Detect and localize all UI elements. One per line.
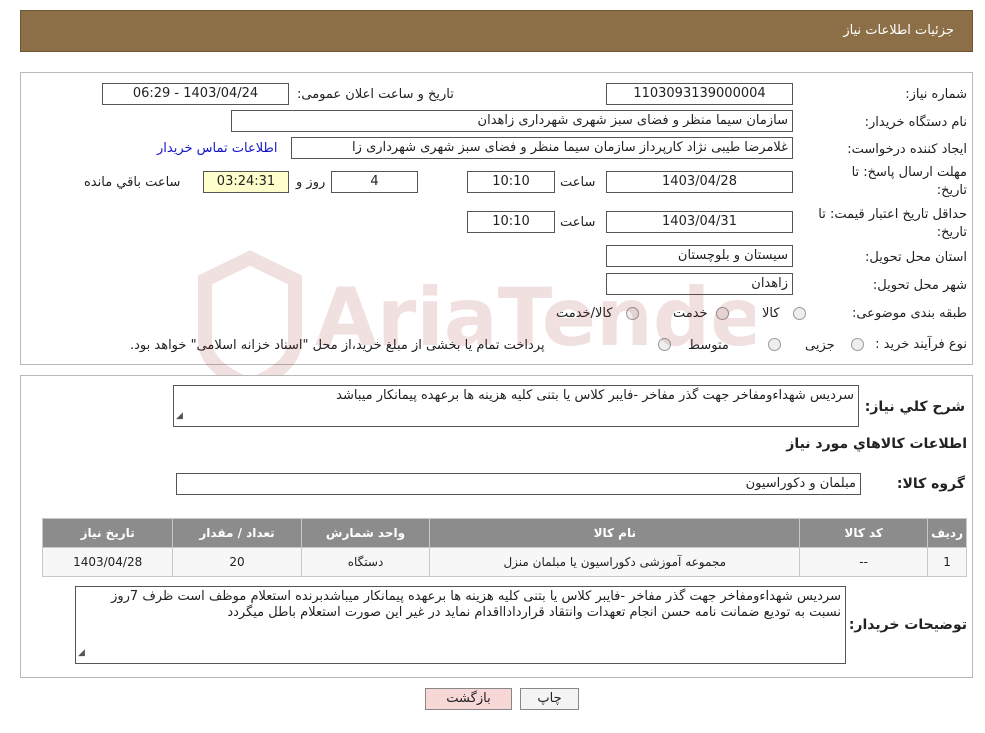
deadline-date-field: 1403/04/28	[606, 171, 793, 193]
price-validity-date-field: 1403/04/31	[606, 211, 793, 233]
remaining-time-label: ساعت باقي مانده	[84, 175, 181, 190]
buyer-notes-label: توضیحات خریدار:	[848, 617, 967, 633]
goods-group-field: مبلمان و دکوراسیون	[176, 473, 861, 495]
cell-quantity: 20	[172, 547, 302, 577]
buyer-notes-textarea[interactable]: سردیس شهداءومفاخر جهت گذر مفاخر -فایبر ک…	[75, 586, 846, 664]
subject-category-label: طبقه بندی موضوعی:	[851, 306, 967, 321]
goods-section-title: اطلاعات کالاهاي مورد نياز	[786, 436, 967, 452]
treasury-payment-note: پرداخت تمام یا بخشی از مبلغ خرید،از محل …	[130, 338, 545, 353]
page-header: جزئیات اطلاعات نیاز	[20, 10, 973, 52]
cell-need-date: 1403/04/28	[41, 547, 174, 577]
need-number-label: شماره نیاز:	[905, 87, 967, 102]
col-need-date: تاريخ نياز	[41, 518, 174, 548]
price-validity-label: حداقل تاریخ اعتبار قیمت: تا	[818, 207, 967, 222]
goods-table: رديف کد کالا نام کالا واحد شمارش تعداد /…	[41, 518, 967, 577]
category-goods-label: کالا	[762, 306, 780, 321]
remaining-days-field: 4	[331, 171, 418, 193]
price-validity-label-date: تاریخ:	[936, 225, 967, 240]
price-validity-time-field: 10:10	[467, 211, 555, 233]
buyer-contact-link[interactable]: اطلاعات تماس خریدار	[157, 141, 277, 156]
deadline-label: مهلت ارسال پاسخ: تا	[851, 165, 967, 180]
remaining-time-field: 03:24:31	[203, 171, 289, 193]
treasury-payment-checkbox[interactable]	[658, 338, 671, 351]
goods-table-header: رديف کد کالا نام کالا واحد شمارش تعداد /…	[41, 518, 967, 548]
process-medium-radio[interactable]	[768, 338, 781, 351]
summary-label: شرح کلي نياز:	[864, 399, 965, 415]
category-goods-service-label: کالا/خدمت	[556, 306, 613, 321]
price-validity-time-label: ساعت	[560, 215, 596, 230]
page-title: جزئیات اطلاعات نیاز	[843, 23, 954, 38]
deadline-time-label: ساعت	[560, 175, 596, 190]
buyer-org-label: نام دستگاه خریدار:	[864, 115, 967, 130]
cell-code: --	[799, 547, 929, 577]
delivery-province-field: سیستان و بلوچستان	[606, 245, 793, 267]
need-number-field: 1103093139000004	[606, 83, 793, 105]
announce-datetime-field: 1403/04/24 - 06:29	[102, 83, 289, 105]
col-unit: واحد شمارش	[300, 518, 431, 548]
summary-textarea[interactable]: سردیس شهداءومفاخر جهت گذر مفاخر -فایبر ک…	[173, 385, 859, 427]
purchase-process-label: نوع فرآیند خرید :	[875, 337, 967, 352]
summary-text: سردیس شهداءومفاخر جهت گذر مفاخر -فایبر ک…	[336, 388, 854, 403]
request-creator-label: ایجاد کننده درخواست:	[847, 142, 967, 157]
resize-grip-icon: ◢	[78, 648, 85, 658]
col-quantity: تعداد / مقدار	[172, 518, 302, 548]
announce-datetime-label: تاریخ و ساعت اعلان عمومی:	[297, 87, 454, 102]
delivery-province-label: استان محل تحویل:	[865, 250, 967, 265]
table-row: 1 -- مجموعه آموزشی دکوراسیون یا مبلمان م…	[41, 547, 967, 577]
col-row: رديف	[927, 518, 967, 548]
col-name: نام کالا	[429, 518, 801, 548]
process-minor-label: جزیی	[805, 338, 835, 353]
days-label: روز و	[296, 175, 326, 190]
category-service-label: خدمت	[673, 306, 708, 321]
cell-row: 1	[927, 547, 967, 577]
deadline-time-field: 10:10	[467, 171, 555, 193]
col-code: کد کالا	[799, 518, 929, 548]
resize-grip-icon: ◢	[176, 411, 183, 421]
goods-group-label: گروه کالا:	[896, 476, 965, 492]
process-minor-radio[interactable]	[851, 338, 864, 351]
delivery-city-label: شهر محل تحویل:	[872, 278, 967, 293]
cell-unit: دستگاه	[300, 547, 431, 577]
cell-name: مجموعه آموزشی دکوراسیون یا مبلمان منزل	[429, 547, 801, 577]
request-creator-field: غلامرضا طیبی نژاد کارپرداز سازمان سیما م…	[291, 137, 793, 159]
deadline-label-date: تاریخ:	[936, 183, 967, 198]
process-medium-label: متوسط	[688, 338, 729, 353]
print-button[interactable]: چاپ	[520, 688, 579, 710]
buyer-org-field: سازمان سیما منظر و فضای سبز شهری شهرداری…	[231, 110, 793, 132]
category-goods-service-radio[interactable]	[626, 307, 639, 320]
back-button[interactable]: بازگشت	[425, 688, 512, 710]
buyer-notes-text: سردیس شهداءومفاخر جهت گذر مفاخر -فایبر ک…	[111, 589, 841, 620]
delivery-city-field: زاهدان	[606, 273, 793, 295]
category-service-radio[interactable]	[716, 307, 729, 320]
category-goods-radio[interactable]	[793, 307, 806, 320]
